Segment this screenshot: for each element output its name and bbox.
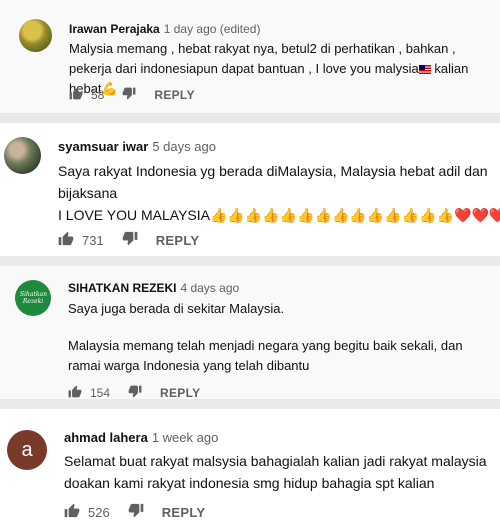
comment-text: Saya juga berada di sekitar Malaysia. Ma… <box>68 301 463 373</box>
comment-header: SIHATKAN REZEKI 4 days ago <box>68 281 239 295</box>
comment-4: a ahmad lahera 1 week ago Selamat buat ra… <box>0 409 500 530</box>
comment-text: Selamat buat rakyat malsysia bahagialah … <box>64 453 487 491</box>
comment-header: syamsuar iwar 5 days ago <box>58 139 216 154</box>
malaysia-flag-icon <box>418 65 431 74</box>
timestamp[interactable]: 5 days ago <box>152 139 216 154</box>
reply-button[interactable]: REPLY <box>162 505 206 520</box>
reply-button[interactable]: REPLY <box>160 386 200 400</box>
comment-header: Irawan Perajaka 1 day ago (edited) <box>69 22 260 36</box>
comment-actions: 58 REPLY <box>69 87 195 103</box>
divider <box>0 113 500 123</box>
avatar[interactable]: a <box>7 430 47 470</box>
author-name[interactable]: SIHATKAN REZEKI <box>68 281 176 295</box>
comment-actions: 731 REPLY <box>58 231 199 249</box>
comment-header: ahmad lahera 1 week ago <box>64 430 218 445</box>
divider <box>0 399 500 409</box>
thumbs-down-icon[interactable] <box>128 503 144 521</box>
comment-2: syamsuar iwar 5 days ago Saya rakyat Indo… <box>0 123 500 256</box>
avatar[interactable]: Sihatkan Rezeki <box>15 280 51 316</box>
author-name[interactable]: Irawan Perajaka <box>69 22 160 36</box>
timestamp[interactable]: 4 days ago <box>180 281 239 295</box>
thumbs-down-icon[interactable] <box>122 231 138 249</box>
like-count: 58 <box>91 88 105 102</box>
comment-text: Saya rakyat Indonesia yg berada diMalays… <box>58 163 500 223</box>
reply-button[interactable]: REPLY <box>154 88 194 102</box>
thumbs-up-icon[interactable] <box>69 87 83 103</box>
author-name[interactable]: ahmad lahera <box>64 430 148 445</box>
like-count: 154 <box>90 386 111 400</box>
timestamp[interactable]: 1 day ago (edited) <box>164 22 261 36</box>
timestamp[interactable]: 1 week ago <box>152 430 219 445</box>
divider <box>0 256 500 266</box>
avatar[interactable] <box>4 137 41 174</box>
avatar-logo-text: Sihatkan Rezeki <box>20 291 47 305</box>
avatar[interactable] <box>19 19 52 52</box>
thumbs-up-icon[interactable] <box>58 231 74 249</box>
thumbs-up-icon[interactable] <box>64 503 80 521</box>
comment-3: Sihatkan Rezeki SIHATKAN REZEKI 4 days ag… <box>0 266 500 400</box>
comment-actions: 526 REPLY <box>64 503 205 521</box>
like-count: 526 <box>88 504 110 520</box>
comment-1: Irawan Perajaka 1 day ago (edited) Malysi… <box>0 0 500 113</box>
thumbs-down-icon[interactable] <box>122 87 136 103</box>
reply-button[interactable]: REPLY <box>156 233 200 248</box>
avatar-letter: a <box>21 439 33 461</box>
author-name[interactable]: syamsuar iwar <box>58 139 148 154</box>
like-count: 731 <box>82 232 104 248</box>
